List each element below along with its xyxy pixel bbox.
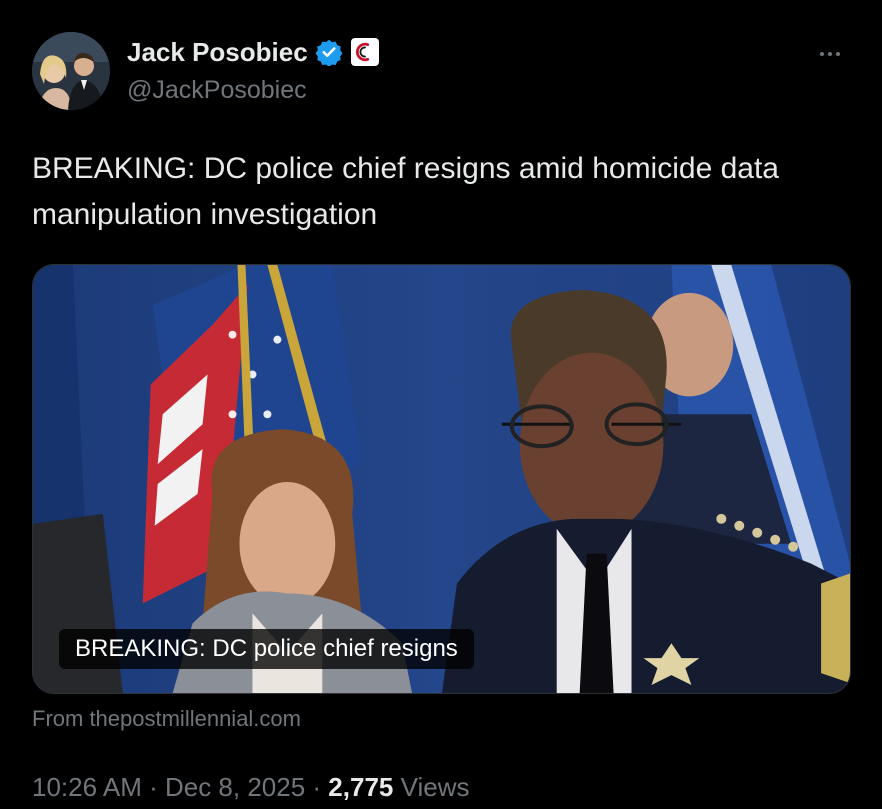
author-names: Jack Posobiec @JackPosobiec (127, 34, 379, 105)
more-options-icon[interactable] (812, 42, 848, 66)
views-label: Views (393, 772, 470, 802)
author-avatar[interactable] (32, 32, 110, 110)
tweet-header: Jack Posobiec @JackPosobiec (32, 30, 852, 114)
author-handle[interactable]: @JackPosobiec (127, 76, 379, 105)
verified-badge-icon[interactable] (315, 38, 343, 67)
tweet-text: BREAKING: DC police chief resigns amid h… (32, 152, 779, 231)
avatar-photo (32, 32, 110, 110)
video-caption: BREAKING: DC police chief resigns (59, 629, 474, 669)
views-count[interactable]: 2,775 (328, 772, 393, 802)
name-row: Jack Posobiec (127, 34, 379, 70)
tweet-meta: 10:26 AM · Dec 8, 2025 · 2,775 Views (32, 772, 469, 803)
media-source-link[interactable]: From thepostmillennial.com (32, 706, 301, 732)
meta-separator: · (305, 772, 329, 802)
tweet-time[interactable]: 10:26 AM (32, 772, 142, 802)
meta-separator: · (141, 772, 165, 802)
tweet-date[interactable]: Dec 8, 2025 (165, 772, 305, 802)
author-display-name[interactable]: Jack Posobiec (127, 37, 308, 68)
affiliate-badge-icon[interactable] (350, 38, 379, 66)
video-player[interactable]: BREAKING: DC police chief resigns (32, 264, 851, 694)
